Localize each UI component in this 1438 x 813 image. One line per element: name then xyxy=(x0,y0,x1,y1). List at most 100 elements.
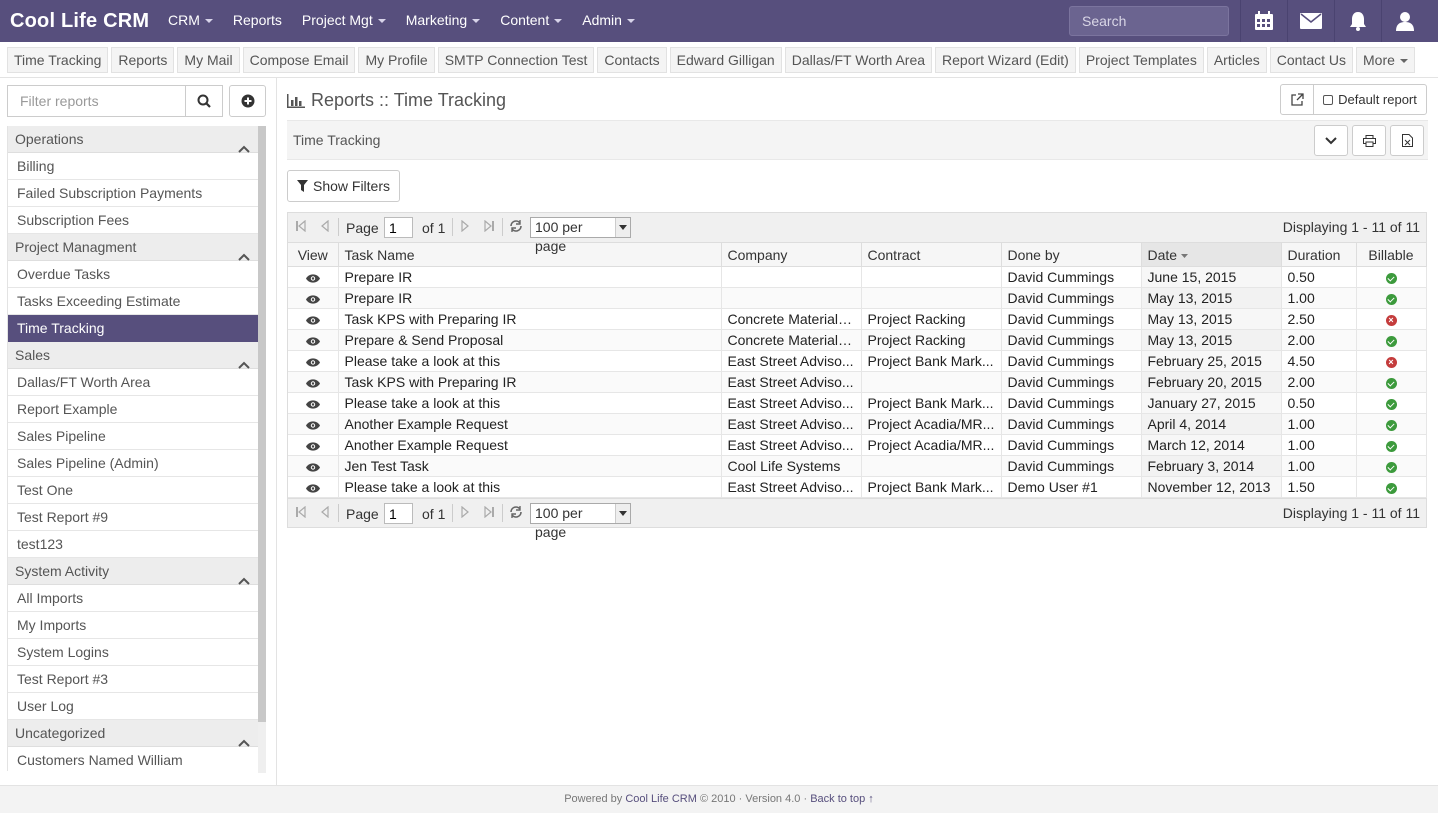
table-row[interactable]: Task KPS with Preparing IR Concrete Mater… xyxy=(288,308,1427,330)
sidebar-item-subscription-fees[interactable]: Subscription Fees xyxy=(8,207,258,234)
collapse-toggle-button[interactable] xyxy=(1314,125,1348,156)
group-uncategorized[interactable]: Uncategorized xyxy=(8,720,258,747)
column-header-contract[interactable]: Contract xyxy=(861,242,1002,267)
column-header-done-by[interactable]: Done by xyxy=(1001,242,1142,267)
view-cell[interactable] xyxy=(288,266,339,288)
sidebar-item-overdue-tasks[interactable]: Overdue Tasks xyxy=(8,261,258,288)
sidebar-item-all-imports[interactable]: All Imports xyxy=(8,585,258,612)
group-sales[interactable]: Sales xyxy=(8,342,258,369)
page-number-input[interactable] xyxy=(384,217,413,238)
last-page-icon[interactable] xyxy=(481,504,497,520)
refresh-icon[interactable] xyxy=(508,504,524,520)
bookmark-project-templates[interactable]: Project Templates xyxy=(1078,47,1204,73)
view-cell[interactable] xyxy=(288,308,339,330)
eye-icon[interactable] xyxy=(305,437,320,453)
sidebar-item-test-report-3[interactable]: Test Report #3 xyxy=(8,666,258,693)
eye-icon[interactable] xyxy=(305,353,320,369)
sidebar-item-time-tracking[interactable]: Time Tracking xyxy=(8,315,258,342)
nav-content[interactable]: Content xyxy=(490,0,572,42)
per-page-select[interactable]: 100 per page xyxy=(530,217,631,254)
dropdown-arrow-icon[interactable] xyxy=(615,218,630,237)
export-excel-button[interactable] xyxy=(1390,125,1424,156)
sidebar-item-report-example[interactable]: Report Example xyxy=(8,396,258,423)
group-operations[interactable]: Operations xyxy=(8,126,258,153)
sidebar-item-test-one[interactable]: Test One xyxy=(8,477,258,504)
view-cell[interactable] xyxy=(288,371,339,393)
back-to-top-link[interactable]: Back to top ↑ xyxy=(810,793,874,805)
refresh-icon[interactable] xyxy=(508,218,524,234)
group-project-managment[interactable]: Project Managment xyxy=(8,234,258,261)
eye-icon[interactable] xyxy=(305,290,320,306)
bookmark-my-profile[interactable]: My Profile xyxy=(358,47,435,73)
table-row[interactable]: Please take a look at this East Street Ad… xyxy=(288,392,1427,414)
default-report-button[interactable]: Default report xyxy=(1313,84,1427,115)
sidebar-scrollbar-thumb[interactable] xyxy=(258,126,266,722)
sidebar-item-tasks-exceeding-estimate[interactable]: Tasks Exceeding Estimate xyxy=(8,288,258,315)
bookmark-reports[interactable]: Reports xyxy=(111,47,175,73)
eye-icon[interactable] xyxy=(305,311,320,327)
sidebar-item-test-report-9[interactable]: Test Report #9 xyxy=(8,504,258,531)
bookmark-articles[interactable]: Articles xyxy=(1206,47,1267,73)
table-row[interactable]: Please take a look at this East Street Ad… xyxy=(288,476,1427,498)
eye-icon[interactable] xyxy=(305,416,320,432)
page-number-input[interactable] xyxy=(384,503,413,524)
per-page-select[interactable]: 100 per page xyxy=(530,503,631,540)
bookmark-contact-us[interactable]: Contact Us xyxy=(1269,47,1353,73)
view-cell[interactable] xyxy=(288,413,339,435)
view-cell[interactable] xyxy=(288,350,339,372)
global-search-input[interactable] xyxy=(1069,6,1229,36)
eye-icon[interactable] xyxy=(305,458,320,474)
nav-marketing[interactable]: Marketing xyxy=(396,0,490,42)
bookmark-smtp-connection-test[interactable]: SMTP Connection Test xyxy=(437,47,595,73)
column-header-view[interactable]: View xyxy=(288,242,339,267)
view-cell[interactable] xyxy=(288,287,339,309)
column-header-date[interactable]: Date xyxy=(1141,242,1282,267)
table-row[interactable]: Task KPS with Preparing IR East Street Ad… xyxy=(288,371,1427,393)
eye-icon[interactable] xyxy=(305,395,320,411)
column-header-task-name[interactable]: Task Name xyxy=(338,242,722,267)
bookmark-my-mail[interactable]: My Mail xyxy=(177,47,240,73)
eye-icon[interactable] xyxy=(305,269,320,285)
bookmark-contacts[interactable]: Contacts xyxy=(597,47,667,73)
sidebar-item-sales-pipeline[interactable]: Sales Pipeline xyxy=(8,423,258,450)
column-header-duration[interactable]: Duration xyxy=(1281,242,1357,267)
prev-page-icon[interactable] xyxy=(317,218,333,234)
table-row[interactable]: Jen Test Task Cool Life Systems David Cumm… xyxy=(288,455,1427,477)
sidebar-item-test123[interactable]: test123 xyxy=(8,531,258,558)
external-link-button[interactable] xyxy=(1280,84,1314,115)
dropdown-arrow-icon[interactable] xyxy=(615,504,630,523)
prev-page-icon[interactable] xyxy=(317,504,333,520)
bookmark-more[interactable]: More xyxy=(1356,47,1415,73)
add-report-button[interactable] xyxy=(229,85,266,117)
sidebar-item-dallas-ft-worth-area[interactable]: Dallas/FT Worth Area xyxy=(8,369,258,396)
eye-icon[interactable] xyxy=(305,479,320,495)
sidebar-item-my-imports[interactable]: My Imports xyxy=(8,612,258,639)
bell-icon[interactable] xyxy=(1334,0,1381,42)
bookmark-edward-gilligan[interactable]: Edward Gilligan xyxy=(669,47,782,73)
sidebar-item-sales-pipeline-admin-[interactable]: Sales Pipeline (Admin) xyxy=(8,450,258,477)
view-cell[interactable] xyxy=(288,392,339,414)
group-system-activity[interactable]: System Activity xyxy=(8,558,258,585)
brand-logo[interactable]: Cool Life CRM xyxy=(10,0,149,42)
bookmark-time-tracking[interactable]: Time Tracking xyxy=(7,47,109,73)
column-header-company[interactable]: Company xyxy=(721,242,862,267)
table-row[interactable]: Another Example Request East Street Advis… xyxy=(288,434,1427,456)
nav-crm[interactable]: CRM xyxy=(158,0,223,42)
show-filters-button[interactable]: Show Filters xyxy=(287,170,400,202)
view-cell[interactable] xyxy=(288,329,339,351)
mail-icon[interactable] xyxy=(1287,0,1334,42)
nav-reports[interactable]: Reports xyxy=(223,0,292,42)
checkbox-icon[interactable] xyxy=(1323,94,1334,105)
search-icon[interactable] xyxy=(185,85,223,117)
eye-icon[interactable] xyxy=(305,374,320,390)
next-page-icon[interactable] xyxy=(457,218,473,234)
filter-reports-input[interactable] xyxy=(7,85,185,117)
footer-brand-link[interactable]: Cool Life CRM xyxy=(625,793,697,805)
table-row[interactable]: Prepare IR David Cummings May 13, 2015 1.00 xyxy=(288,287,1427,309)
nav-project-mgt[interactable]: Project Mgt xyxy=(292,0,396,42)
sidebar-item-billing[interactable]: Billing xyxy=(8,153,258,180)
table-row[interactable]: Another Example Request East Street Advis… xyxy=(288,413,1427,435)
sidebar-item-failed-subscription-payments[interactable]: Failed Subscription Payments xyxy=(8,180,258,207)
bookmark-dallas-ft-worth-area[interactable]: Dallas/FT Worth Area xyxy=(784,47,933,73)
bookmark-report-wizard-edit-[interactable]: Report Wizard (Edit) xyxy=(935,47,1076,73)
